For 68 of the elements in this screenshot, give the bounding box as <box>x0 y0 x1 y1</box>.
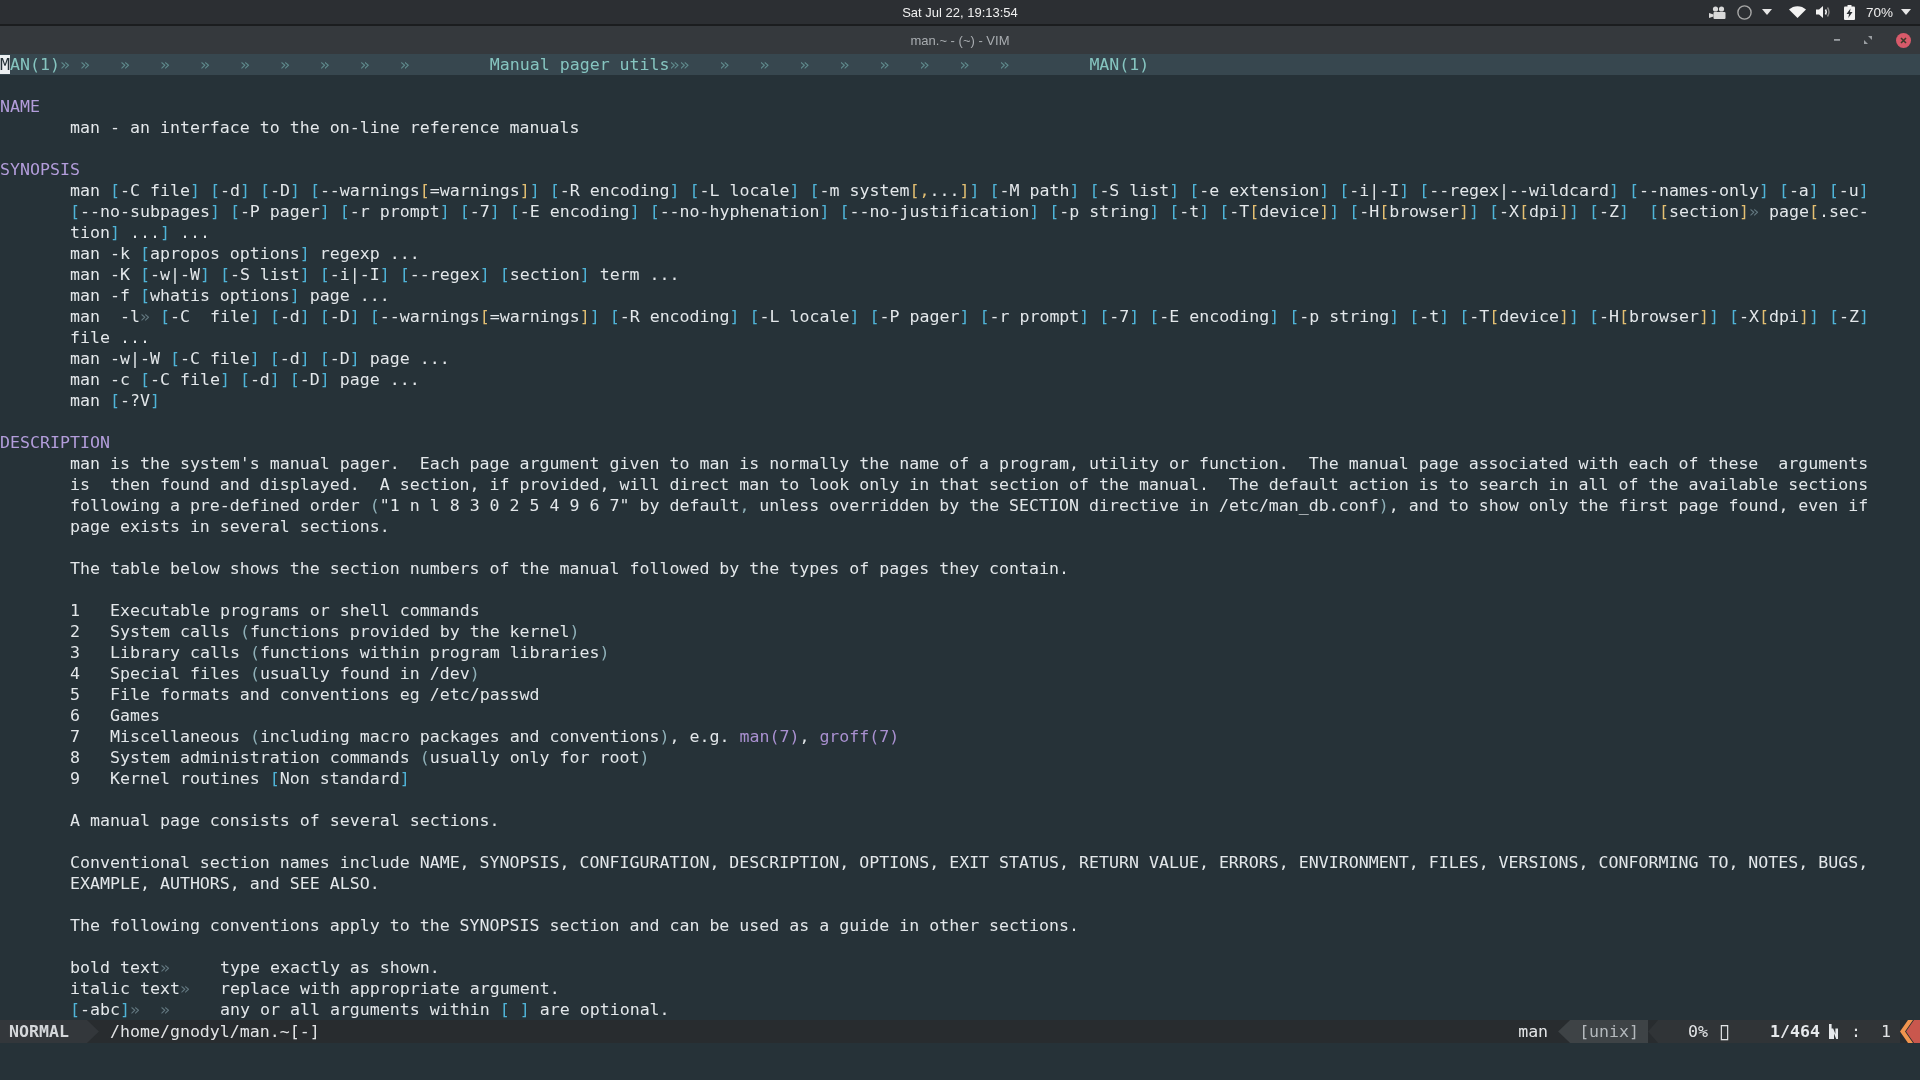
paragraph: man is the system's manual pager. Each page argument given to man is normally the name of a program, utility or function. The manual page associated with each of these arguments is then found and displayed. A section, if provided, will direct man to look only in that section of the manual. The default action is to search in all of the available sections following a pre-defined order ("1 n l 8 3 0 2 5 4 9 6 7" by default, unless overridden by the SECTION directive in /etc/man_db.conf), and to show only the first page found, even if page exists in several sections. <box>70 453 1869 537</box>
list-number: 3 <box>70 642 80 663</box>
list-number: 1 <box>70 600 80 621</box>
minimize-icon <box>1834 39 1840 41</box>
list-item-text: File formats and conventions eg /etc/passwd <box>110 684 540 705</box>
caret-down-icon[interactable] <box>1761 9 1772 15</box>
volume-icon[interactable] <box>1815 5 1831 19</box>
battery-percentage[interactable]: 70% <box>1865 4 1893 20</box>
paragraph: Conventional section names include NAME, SYNOPSIS, CONFIGURATION, DESCRIPTION, OPTIONS, EXIT STATUS, RETURN VALUE, ERRORS, ENVIRONMENT, FILES, VERSIONS, CONFORMING TO, NOTES, BUGS, EXAMPLE, AUTHORS, and SEE ALSO. <box>70 852 1869 894</box>
diagonal-arrows-icon <box>1864 36 1872 44</box>
circle-icon[interactable] <box>1736 4 1752 20</box>
line-position: 1/464 <box>1770 1021 1821 1043</box>
close-button[interactable] <box>1896 32 1911 48</box>
battery-charging-icon[interactable] <box>1843 4 1855 20</box>
list-number: 5 <box>70 684 80 705</box>
synopsis-command: man -K [-w|-W] [-S list] [-i|-I] [--regex] [section] term ... <box>70 264 680 285</box>
definition-text: replace with appropriate argument. <box>220 978 560 999</box>
list-item-text: System calls (functions provided by the kernel) <box>110 621 580 642</box>
line-number-icon <box>1829 1024 1839 1039</box>
list-number: 9 <box>70 768 80 789</box>
status-segment-arrow <box>1900 1020 1920 1043</box>
list-item-text: Special files (usually found in /dev) <box>110 663 480 684</box>
wifi-icon[interactable] <box>1788 6 1806 18</box>
mode-indicator: NORMAL <box>0 1020 99 1043</box>
list-number: 4 <box>70 663 80 684</box>
page-reference-link[interactable]: man(7) <box>739 727 800 746</box>
definition-text: any or all arguments within [ ] are optional. <box>220 999 670 1020</box>
list-number: 6 <box>70 705 80 726</box>
column-position: : 1 <box>1851 1021 1891 1043</box>
list-item-text: System administration commands (usually only for root) <box>110 747 650 768</box>
paragraph: The following conventions apply to the SYNOPSIS section and can be used as a guide in other sections. <box>70 915 1080 936</box>
list-item-text: Kernel routines [Non standard] <box>110 768 410 789</box>
paragraph: man - an interface to the on-line reference manuals <box>70 117 580 138</box>
synopsis-command: man -l» [-C file] [-d] [-D] [--warnings[=warnings]] [-R encoding] [-L locale] [-P pager] [-r prompt] [-7] [-E encoding] [-p string] [-t] [-T[device]] [-H[browser]] [-X[dpi]] [-Z] file ... <box>70 306 1869 348</box>
file-path: /home/gnodyl/man.~[-] <box>109 1021 320 1043</box>
section-heading: SYNOPSIS <box>0 159 80 180</box>
file-format: [unix] <box>1558 1020 1649 1043</box>
page-reference-link[interactable]: groff(7) <box>819 727 900 746</box>
list-number: 8 <box>70 747 80 768</box>
definition-term: italic text» <box>70 978 190 999</box>
definition-term: bold text» <box>70 957 170 978</box>
clock[interactable]: Sat Jul 22, 19:13:54 <box>902 4 1018 20</box>
file-type: man <box>1518 1021 1549 1043</box>
synopsis-command: man -w|-W [-C file] [-d] [-D] page ... <box>70 348 450 369</box>
video-camera-icon[interactable] <box>1708 5 1726 19</box>
synopsis-command: man [-C file] [-d] [-D] [--warnings[=warnings]] [-R encoding] [-L locale] [-m system[,...]] [-M path] [-S list] [-e extension] [-i|-I] [--regex|--wildcard] [--names-only] [-a] [-u] [--no-subpages] [-P pager] [-r prompt] [-7] [-E encoding] [--no-hyphenation] [--no-justification] [-p string] [-t] [-T[device]] [-H[browser]] [-X[dpi]] [-Z] [[section]» page[.sec- tion] ...] ... <box>70 180 1869 243</box>
synopsis-command: man [-?V] <box>70 390 160 411</box>
list-item-text: Executable programs or shell commands <box>110 600 480 621</box>
close-icon <box>1896 32 1911 48</box>
definition-term: [-abc]» » <box>70 999 170 1020</box>
maximize-button[interactable] <box>1864 36 1872 44</box>
definition-text: type exactly as shown. <box>220 957 440 978</box>
list-item-text: Games <box>110 705 160 726</box>
list-number: 7 <box>70 726 80 747</box>
list-number: 2 <box>70 621 80 642</box>
paragraph: The table below shows the section numbers of the manual followed by the types of pages they contain. <box>70 558 1070 579</box>
synopsis-command: man -c [-C file] [-d] [-D] page ... <box>70 369 420 390</box>
section-heading: NAME <box>0 96 40 117</box>
list-item-text: Library calls (functions within program libraries) <box>110 642 610 663</box>
synopsis-command: man -f [whatis options] page ... <box>70 285 390 306</box>
scroll-percent: 0% <box>1688 1021 1709 1043</box>
window-title: man.~ - (~) - VIM <box>910 32 1010 48</box>
synopsis-command: man -k [apropos options] regexp ... <box>70 243 420 264</box>
caret-down-icon[interactable] <box>1901 9 1911 15</box>
section-heading: DESCRIPTION <box>0 432 110 453</box>
list-item-text: Miscellaneous (including macro packages and conventions), e.g. man(7), groff(7) <box>110 726 900 747</box>
paragraph: A manual page consists of several sections. <box>70 810 500 831</box>
placeholder-glyph: ▯ <box>1719 1020 1731 1043</box>
